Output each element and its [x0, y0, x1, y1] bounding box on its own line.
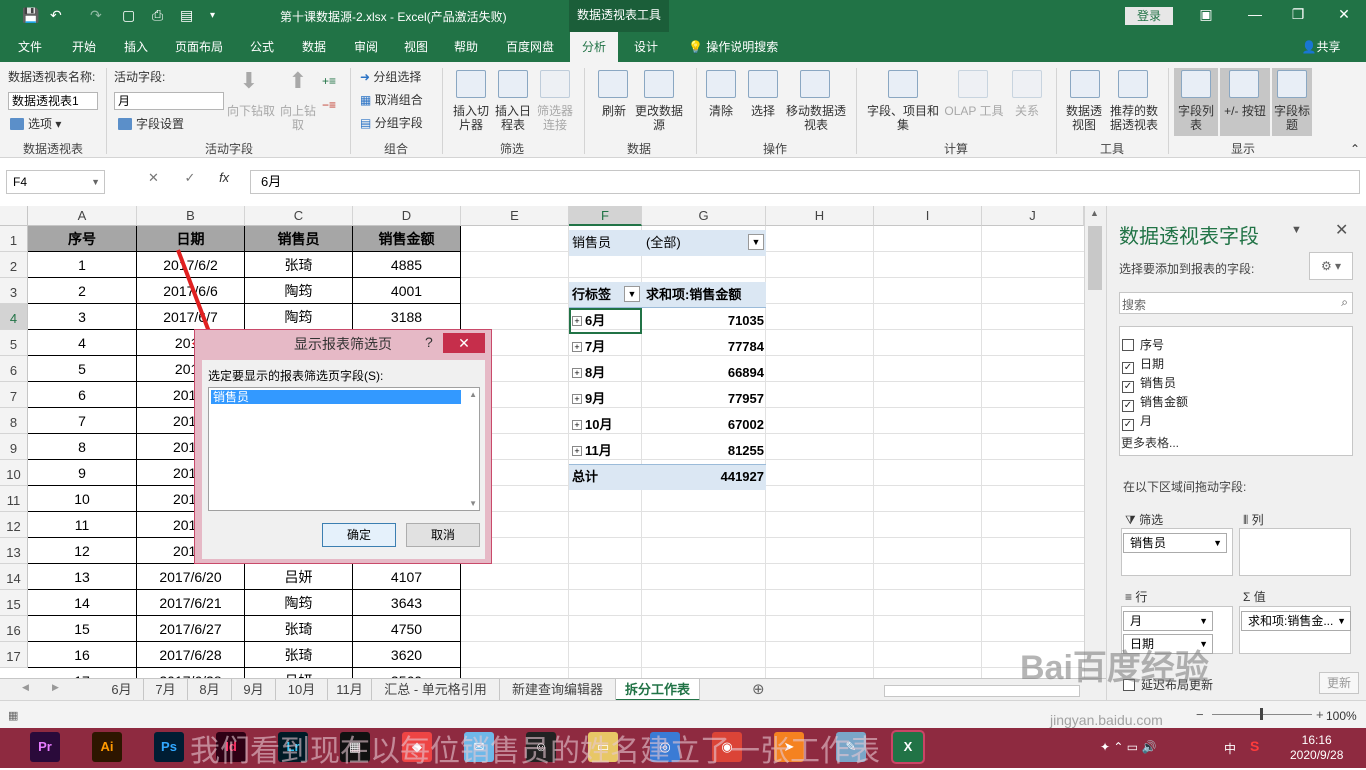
pane-subtitle: 选择要添加到报表的字段:	[1119, 262, 1255, 276]
sheet-tab[interactable]: 10月	[276, 679, 328, 701]
field-label: 月	[1140, 414, 1153, 428]
field-checkbox[interactable]	[1122, 339, 1134, 351]
help-icon[interactable]: ?	[425, 334, 433, 350]
sheet-tab[interactable]: 11月	[328, 679, 372, 701]
rows-area-label: ≡ 行	[1125, 588, 1147, 605]
filters-label: 筛选	[1139, 513, 1164, 527]
filter-item-salesperson[interactable]: 销售员 ▼	[1123, 533, 1227, 553]
field-search-input[interactable]: 搜索 ⌕	[1119, 292, 1353, 314]
excel-icon[interactable]: X	[891, 730, 925, 764]
value-item-sum[interactable]: 求和项:销售金... ▼	[1241, 611, 1351, 631]
field-checkbox[interactable]: ✓	[1122, 419, 1134, 431]
field-label: 销售金额	[1140, 395, 1189, 409]
filter-item-label: 销售员	[1130, 536, 1167, 550]
chevron-down-icon: ▼	[1213, 538, 1222, 548]
sheet-tab[interactable]: 8月	[188, 679, 232, 701]
field-item[interactable]: ✓ 日期	[1122, 355, 1165, 374]
chevron-down-icon: ▼	[1199, 616, 1208, 626]
pivot-field-pane: 数据透视表字段 ▼ ✕ 选择要添加到报表的字段: ⚙ ▾ 搜索 ⌕ 更多表格..…	[1106, 206, 1366, 700]
macro-record-icon[interactable]: ▦	[8, 709, 18, 722]
sogou-icon[interactable]: S	[1250, 738, 1259, 754]
scroll-up-icon[interactable]: ▲	[469, 390, 477, 399]
clock-date: 2020/9/28	[1290, 748, 1344, 762]
ok-button[interactable]: 确定	[322, 523, 396, 547]
field-item[interactable]: 序号	[1122, 336, 1164, 354]
gear-icon[interactable]: ⚙ ▾	[1309, 252, 1353, 280]
columns-icon: ⦀	[1243, 513, 1249, 527]
pane-title: 数据透视表字段	[1119, 226, 1259, 248]
sheet-tab[interactable]: 汇总 - 单元格引用	[372, 679, 500, 701]
ime-indicator[interactable]: 中	[1224, 740, 1236, 757]
sheet-tab[interactable]: 新建查询编辑器	[500, 679, 616, 701]
dialog-body: 选定要显示的报表筛选页字段(S): 销售员 ▲ ▼ 确定 取消	[202, 360, 485, 559]
columns-area-label: ⦀ 列	[1243, 511, 1264, 528]
zoom-slider-thumb[interactable]	[1260, 708, 1263, 720]
zoom-out-icon[interactable]: −	[1196, 707, 1204, 722]
value-item-label: 求和项:销售金...	[1248, 614, 1334, 628]
columns-label: 列	[1251, 513, 1264, 527]
more-tables-link[interactable]: 更多表格...	[1121, 434, 1179, 451]
sheet-tab[interactable]: 拆分工作表	[616, 679, 700, 701]
sigma-icon: Σ	[1243, 590, 1251, 604]
sheet-tab[interactable]: 9月	[232, 679, 276, 701]
search-icon: ⌕	[1341, 295, 1348, 309]
watermark-logo: Bai百度经验	[1020, 649, 1209, 687]
cancel-button[interactable]: 取消	[406, 523, 480, 547]
search-placeholder: 搜索	[1122, 298, 1147, 312]
field-item[interactable]: ✓ 销售员	[1122, 374, 1177, 393]
field-label: 序号	[1140, 338, 1165, 352]
update-button[interactable]: 更新	[1319, 672, 1359, 694]
filters-area-label: ⧩ 筛选	[1125, 511, 1163, 528]
sheet-tab[interactable]: 7月	[144, 679, 188, 701]
clock[interactable]: 16:16 2020/9/28	[1290, 733, 1343, 763]
filter-icon: ⧩	[1125, 513, 1136, 527]
sheet-tabs-bar: ◀ ▶ 6月 7月 8月 9月 10月 11月 汇总 - 单元格引用 新建查询编辑器 拆分工作表…	[0, 678, 1106, 701]
areas-hint: 在以下区域间拖动字段:	[1123, 480, 1247, 494]
chevron-down-icon: ▼	[1337, 616, 1346, 626]
row-item-month[interactable]: 月 ▼	[1123, 611, 1213, 631]
watermark-url: jingyan.baidu.com	[1050, 712, 1163, 728]
pane-options-chevron-icon[interactable]: ▼	[1291, 224, 1302, 236]
field-label: 销售员	[1140, 376, 1177, 390]
scroll-down-icon[interactable]: ▼	[469, 499, 477, 508]
field-checkbox[interactable]: ✓	[1122, 362, 1134, 374]
columns-area[interactable]	[1239, 528, 1351, 576]
video-subtitle: 我们看到现在以每位销售员的姓名建立了一张工作表	[190, 735, 880, 768]
zoom-in-icon[interactable]: +	[1316, 707, 1324, 722]
clock-time: 16:16	[1301, 733, 1332, 747]
photoshop-icon[interactable]: Ps	[154, 732, 184, 762]
rows-icon: ≡	[1125, 590, 1133, 604]
filter-field-list[interactable]: 销售员 ▲ ▼	[208, 387, 480, 511]
prev-sheet-icon[interactable]: ◀	[22, 682, 29, 693]
add-sheet-icon[interactable]: ⊕	[752, 680, 765, 698]
values-label: 值	[1253, 590, 1266, 604]
tray-icons[interactable]: ✦ ⌃ ▭ 🔊	[1100, 740, 1156, 754]
premiere-icon[interactable]: Pr	[30, 732, 60, 762]
zoom-level[interactable]: 100%	[1326, 709, 1357, 723]
row-item-label: 月	[1130, 614, 1143, 628]
rows-label: 行	[1135, 590, 1148, 604]
close-icon[interactable]: ✕	[443, 333, 485, 353]
show-report-filter-pages-dialog: 显示报表筛选页 ? ✕ 选定要显示的报表筛选页字段(S): 销售员 ▲ ▼ 确定…	[194, 329, 492, 564]
field-prompt-label: 选定要显示的报表筛选页字段(S):	[208, 369, 384, 383]
field-label: 日期	[1140, 357, 1165, 371]
illustrator-icon[interactable]: Ai	[92, 732, 122, 762]
field-item[interactable]: ✓ 销售金额	[1122, 393, 1189, 412]
field-checkbox[interactable]: ✓	[1122, 400, 1134, 412]
close-icon[interactable]: ✕	[1335, 220, 1348, 240]
sheet-tab[interactable]: 6月	[100, 679, 144, 701]
list-item-salesperson[interactable]: 销售员	[211, 390, 461, 404]
values-area-label: Σ 值	[1243, 588, 1266, 605]
field-item[interactable]: ✓ 月	[1122, 412, 1153, 431]
field-checkbox[interactable]: ✓	[1122, 381, 1134, 393]
next-sheet-icon[interactable]: ▶	[52, 682, 59, 693]
